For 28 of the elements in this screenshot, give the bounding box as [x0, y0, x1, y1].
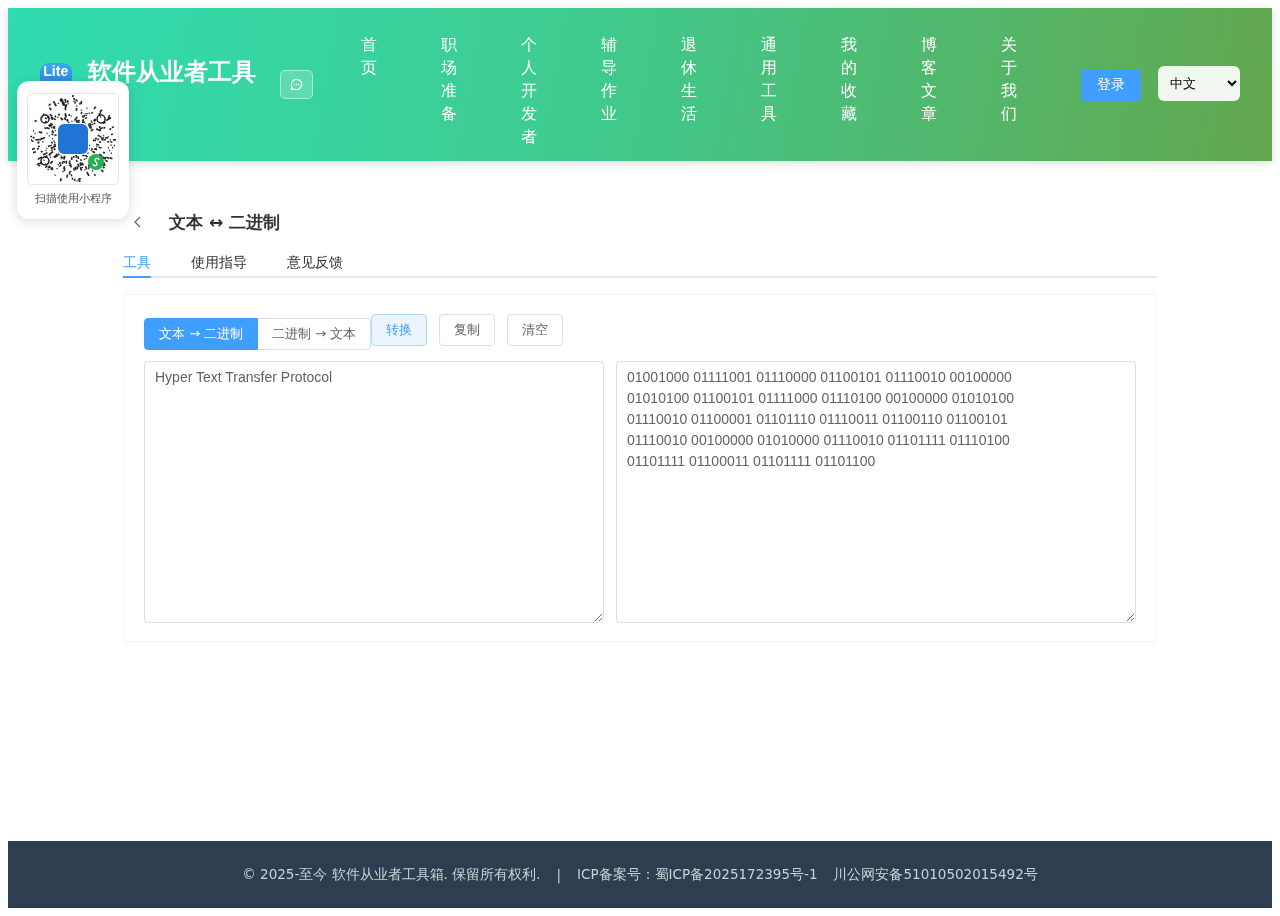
action-button[interactable]: 复制 [439, 314, 496, 346]
nav-link[interactable]: 博客文章 [921, 33, 1001, 148]
mode-toggle[interactable]: 二进制 → 文本 [258, 318, 372, 350]
nav-link[interactable]: 职场准备 [441, 33, 521, 148]
text-input-field[interactable]: Hyper Text Transfer Protocol [144, 361, 604, 623]
mode-toggle[interactable]: 文本 → 二进制 [144, 318, 259, 350]
icp-link[interactable]: ICP备案号：蜀ICP备2025172395号-1 [577, 865, 818, 884]
nav-link[interactable]: 我的收藏 [841, 33, 921, 148]
nav-link[interactable]: 个人开发者 [521, 33, 601, 148]
binary-output-field[interactable]: 01001000 01111001 01110000 01100101 01110010 00100000 01010100 01100101 01111000 01110100 00100000 01010100 01110010 01100001 01101110 01110011 01100110 01100101 01110010 00100000 01010000 01110010 01101111 01110100 01101111 01100011 01101111 01101100 [616, 361, 1136, 623]
nav-link[interactable]: 辅导作业 [601, 33, 681, 148]
login-button[interactable]: 登录 [1081, 69, 1141, 101]
separator-text: | [556, 866, 561, 883]
action-button[interactable]: 转换 [371, 314, 428, 346]
chat-icon [289, 78, 303, 91]
tab[interactable]: 使用指导 [191, 250, 247, 278]
tab[interactable]: 工具 [123, 250, 151, 278]
nav-link[interactable]: 首页 [361, 33, 441, 148]
nav-link[interactable]: 退休生活 [681, 33, 761, 148]
page-title: 文本 ↔ 二进制 [169, 210, 281, 234]
language-select[interactable]: 中文 [1158, 66, 1240, 101]
police-record-link[interactable]: 川公网安备51010502015492号 [833, 865, 1038, 884]
tab[interactable]: 意见反馈 [287, 250, 343, 278]
nav-link[interactable]: 关于我们 [1001, 33, 1081, 148]
copyright-text: © 2025-至今 软件从业者工具箱. 保留所有权利. [242, 865, 541, 884]
qr-caption: 扫描使用小程序 [34, 191, 112, 206]
nav-link[interactable]: 通用工具 [761, 33, 841, 148]
action-button[interactable]: 清空 [507, 314, 564, 346]
